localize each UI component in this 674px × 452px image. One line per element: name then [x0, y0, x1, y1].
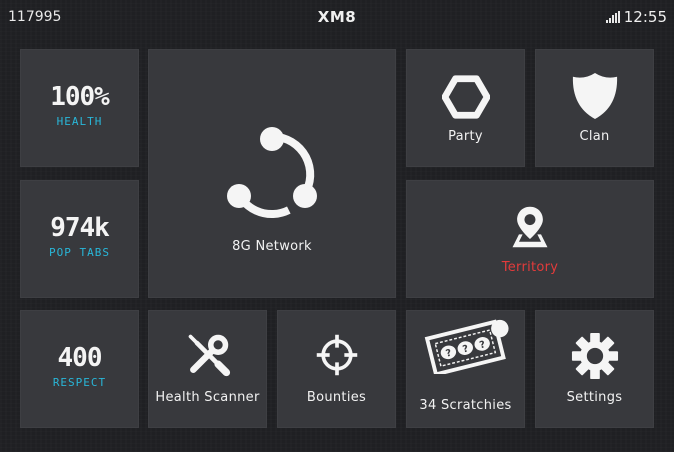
respect-label: RESPECT	[52, 376, 107, 389]
bounties-tile[interactable]: Bounties	[277, 310, 396, 428]
health-label: HEALTH	[56, 115, 103, 128]
settings-label: Settings	[566, 390, 623, 405]
wrench-screwdriver-icon	[188, 334, 230, 377]
clock: 12:55	[623, 8, 667, 26]
pop-tabs-tile: 974k POP TABS	[20, 180, 139, 298]
shield-icon	[572, 72, 617, 120]
map-pin-icon	[512, 206, 548, 248]
signal-bars-icon	[605, 11, 620, 23]
pop-tabs-value: 974k	[50, 213, 110, 243]
share-network-icon	[227, 127, 317, 219]
health-tile: 100% HEALTH	[20, 49, 139, 167]
health-scanner-label: Health Scanner	[155, 390, 260, 405]
scratchies-label: 34 Scratchies	[419, 398, 512, 413]
hexagon-icon	[441, 75, 490, 119]
party-tile[interactable]: Party	[406, 49, 525, 167]
party-label: Party	[448, 129, 483, 144]
crosshair-icon	[316, 334, 357, 376]
bounties-label: Bounties	[306, 390, 367, 405]
territory-tile[interactable]: Territory	[406, 180, 654, 298]
app-title: XM8	[317, 8, 357, 26]
respect-value: 400	[57, 343, 103, 373]
scratchies-tile[interactable]: ? ? ? 34 Scratchies	[406, 310, 525, 428]
territory-label: Territory	[501, 260, 559, 275]
health-value: 100%	[50, 82, 110, 112]
health-scanner-tile[interactable]: Health Scanner	[148, 310, 267, 428]
scratch-ticket-icon: ? ? ?	[424, 319, 509, 374]
status-right: 12:55	[605, 8, 667, 26]
network-tile[interactable]: 8G Network	[148, 49, 396, 298]
network-label: 8G Network	[232, 239, 312, 254]
gear-icon	[571, 332, 618, 380]
pop-tabs-label: POP TABS	[49, 246, 110, 259]
respect-tile: 400 RESPECT	[20, 310, 139, 428]
settings-tile[interactable]: Settings	[535, 310, 654, 428]
clan-label: Clan	[579, 129, 610, 144]
clan-tile[interactable]: Clan	[535, 49, 654, 167]
status-bar: 117995 XM8 12:55	[0, 0, 674, 36]
